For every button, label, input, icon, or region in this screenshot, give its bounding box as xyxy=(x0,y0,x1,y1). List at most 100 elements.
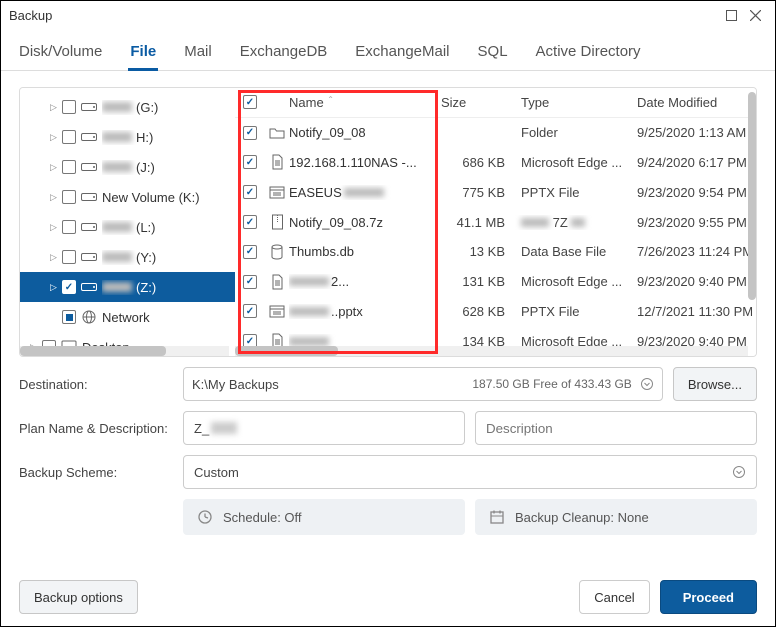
list-item[interactable]: Thumbs.db13 KBData Base File7/26/2023 11… xyxy=(235,237,756,267)
folder-icon xyxy=(265,126,289,139)
file-type: Data Base File xyxy=(515,244,631,259)
tab-exchangedb[interactable]: ExchangeDB xyxy=(240,37,328,70)
schedule-status[interactable]: Schedule: Off xyxy=(183,499,465,535)
list-horizontal-scrollbar[interactable] xyxy=(235,346,748,356)
file-type: PPTX File xyxy=(515,304,631,319)
expander-icon[interactable]: ▷ xyxy=(50,282,58,293)
chevron-down-icon[interactable] xyxy=(640,377,654,391)
drive-tree[interactable]: ▷(G:)▷H:)▷(J:)▷New Volume (K:)▷(L:)▷(Y:)… xyxy=(20,88,235,356)
destination-path: K:\My Backups xyxy=(192,377,472,392)
slide-icon xyxy=(265,305,289,318)
tree-item-label: (J:) xyxy=(102,160,155,175)
file-type: 7Z xyxy=(515,215,631,230)
list-item[interactable]: EASEUS775 KBPPTX File9/23/2020 9:54 PM xyxy=(235,177,756,207)
plan-name-input[interactable]: Z_ xyxy=(183,411,465,445)
tree-item[interactable]: ▷New Volume (K:) xyxy=(20,182,235,212)
list-item[interactable]: 2...131 KBMicrosoft Edge ...9/23/2020 9:… xyxy=(235,267,756,297)
plan-row: Plan Name & Description: Z_ xyxy=(19,411,757,445)
checkbox[interactable] xyxy=(62,130,76,144)
maximize-button[interactable] xyxy=(719,3,743,27)
backup-options-button[interactable]: Backup options xyxy=(19,580,138,614)
expander-icon[interactable]: ▷ xyxy=(50,192,58,203)
row-checkbox[interactable] xyxy=(243,304,257,318)
tab-sql[interactable]: SQL xyxy=(478,37,508,70)
tree-item[interactable]: ▷ (J:) xyxy=(20,152,235,182)
tab-exchangemail[interactable]: ExchangeMail xyxy=(355,37,449,70)
file-name: Notify_09_08 xyxy=(289,125,441,140)
tree-item[interactable]: ▷ (Z:) xyxy=(20,272,235,302)
close-button[interactable] xyxy=(743,3,767,27)
status-row: Schedule: Off Backup Cleanup: None xyxy=(19,499,757,535)
tab-active-directory[interactable]: Active Directory xyxy=(536,37,641,70)
tree-item-label: (Y:) xyxy=(102,250,156,265)
proceed-button[interactable]: Proceed xyxy=(660,580,757,614)
column-name[interactable]: Name ⌃ xyxy=(289,95,441,110)
checkbox[interactable] xyxy=(62,220,76,234)
list-item[interactable]: Notify_09_08.7z41.1 MB 7Z 9/23/2020 9:55… xyxy=(235,207,756,237)
tab-file[interactable]: File xyxy=(130,37,156,70)
file-size: 13 KB xyxy=(441,244,515,259)
row-checkbox[interactable] xyxy=(243,126,257,140)
tree-horizontal-scrollbar[interactable] xyxy=(20,346,229,356)
checkbox[interactable] xyxy=(62,160,76,174)
expander-icon[interactable]: ▷ xyxy=(50,162,58,173)
tab-mail[interactable]: Mail xyxy=(184,37,212,70)
expander-icon[interactable]: ▷ xyxy=(50,222,58,233)
row-checkbox[interactable] xyxy=(243,155,257,169)
tab-disk-volume[interactable]: Disk/Volume xyxy=(19,37,102,70)
schedule-text: Schedule: Off xyxy=(223,510,302,525)
file-date: 9/23/2020 9:55 PM xyxy=(631,215,756,230)
destination-free: 187.50 GB Free of 433.43 GB xyxy=(472,377,631,391)
drive-icon xyxy=(80,131,98,143)
cleanup-status[interactable]: Backup Cleanup: None xyxy=(475,499,757,535)
tree-item[interactable]: ▷(G:) xyxy=(20,92,235,122)
select-all-checkbox[interactable] xyxy=(243,95,257,109)
source-panes: ▷(G:)▷H:)▷(J:)▷New Volume (K:)▷(L:)▷(Y:)… xyxy=(19,87,757,357)
scheme-select[interactable]: Custom xyxy=(183,455,757,489)
tree-item-label: (Z:) xyxy=(102,280,156,295)
checkbox[interactable] xyxy=(62,310,76,324)
checkbox[interactable] xyxy=(62,100,76,114)
drive-icon xyxy=(80,161,98,173)
column-type[interactable]: Type xyxy=(515,95,631,110)
file-type: Folder xyxy=(515,125,631,140)
tree-item[interactable]: ▷(L:) xyxy=(20,212,235,242)
expander-icon[interactable]: ▷ xyxy=(50,102,58,113)
destination-label: Destination: xyxy=(19,377,173,392)
file-name: EASEUS xyxy=(289,185,441,200)
checkbox[interactable] xyxy=(62,190,76,204)
browse-button[interactable]: Browse... xyxy=(673,367,757,401)
expander-icon[interactable]: ▷ xyxy=(50,252,58,263)
checkbox[interactable] xyxy=(62,280,76,294)
column-size[interactable]: Size xyxy=(441,95,515,110)
file-name: Notify_09_08.7z xyxy=(289,215,441,230)
destination-input[interactable]: K:\My Backups 187.50 GB Free of 433.43 G… xyxy=(183,367,663,401)
list-vertical-scrollbar[interactable] xyxy=(748,92,756,352)
drive-icon xyxy=(80,101,98,113)
file-list[interactable]: Name ⌃SizeTypeDate Modified Notify_09_08 F… xyxy=(235,88,756,356)
cancel-button[interactable]: Cancel xyxy=(579,580,649,614)
column-date[interactable]: Date Modified xyxy=(631,95,756,110)
row-checkbox[interactable] xyxy=(243,185,257,199)
slide-icon xyxy=(265,186,289,199)
checkbox[interactable] xyxy=(62,250,76,264)
list-item[interactable]: ..pptx628 KBPPTX File12/7/2021 11:30 PM xyxy=(235,296,756,326)
file-name: Thumbs.db xyxy=(289,244,441,259)
file-date: 9/23/2020 9:54 PM xyxy=(631,185,756,200)
db-icon xyxy=(265,244,289,260)
tree-item[interactable]: Network xyxy=(20,302,235,332)
row-checkbox[interactable] xyxy=(243,245,257,259)
tree-item[interactable]: ▷H:) xyxy=(20,122,235,152)
footer: Backup options Cancel Proceed xyxy=(1,568,775,626)
row-checkbox[interactable] xyxy=(243,275,257,289)
plan-description-input[interactable] xyxy=(475,411,757,445)
file-type: Microsoft Edge ... xyxy=(515,274,631,289)
expander-icon[interactable]: ▷ xyxy=(50,132,58,143)
doc-icon xyxy=(265,154,289,170)
tab-bar: Disk/Volume File Mail ExchangeDB ExchangeMai… xyxy=(1,29,775,71)
list-item[interactable]: 192.168.1.110NAS -...686 KBMicrosoft Edg… xyxy=(235,148,756,178)
tree-item[interactable]: ▷ (Y:) xyxy=(20,242,235,272)
list-item[interactable]: Notify_09_08Folder9/25/2020 1:13 AM xyxy=(235,118,756,148)
row-checkbox[interactable] xyxy=(243,215,257,229)
file-date: 9/24/2020 6:17 PM xyxy=(631,155,756,170)
